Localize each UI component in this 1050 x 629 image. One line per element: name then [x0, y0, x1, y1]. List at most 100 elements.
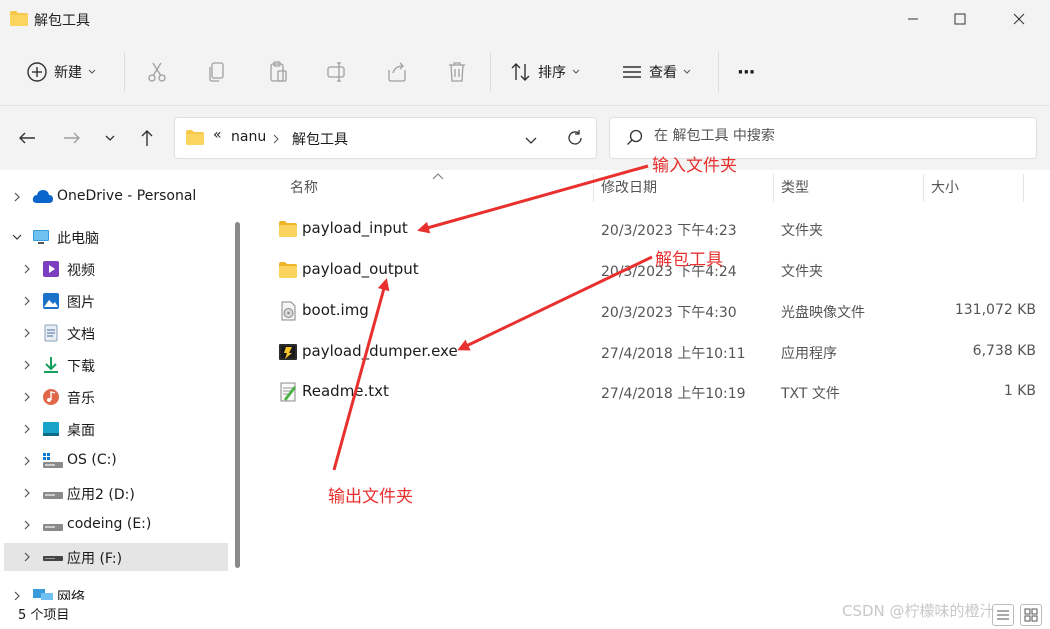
- column-header-name[interactable]: 名称: [290, 170, 318, 204]
- sidebar-item-this-pc[interactable]: 此电脑: [0, 223, 228, 251]
- chevron-right-icon: [24, 552, 30, 562]
- file-name: boot.img: [302, 301, 369, 319]
- file-list: 名称 修改日期 类型 大小 payload_input 20/3/2023 下午…: [248, 170, 1050, 600]
- chevron-down-icon: [105, 135, 115, 141]
- sidebar-item-drive-f[interactable]: 应用 (F:): [4, 543, 228, 571]
- file-date: 27/4/2018 上午10:11: [601, 346, 746, 362]
- content-scrollbar[interactable]: [1042, 500, 1047, 596]
- back-button[interactable]: [13, 124, 41, 152]
- paste-icon[interactable]: [266, 60, 290, 84]
- chevron-right-icon: [24, 520, 30, 530]
- toolbar-divider: [490, 52, 491, 92]
- column-header-date[interactable]: 修改日期: [601, 170, 657, 204]
- sidebar-scrollbar[interactable]: [235, 222, 240, 568]
- recent-locations-button[interactable]: [96, 124, 124, 152]
- column-divider[interactable]: [923, 174, 924, 202]
- column-divider[interactable]: [1023, 174, 1024, 202]
- sort-button[interactable]: 排序: [510, 56, 580, 88]
- table-row[interactable]: payload_input 20/3/2023 下午4:23 文件夹: [272, 210, 1042, 248]
- file-type: 文件夹: [781, 264, 823, 280]
- sidebar-item-network[interactable]: 网络: [0, 582, 228, 600]
- breadcrumb-overflow[interactable]: «: [213, 127, 222, 143]
- picture-icon: [43, 293, 59, 309]
- search-icon: [626, 129, 644, 151]
- sidebar-item-label: 应用2 (D:): [67, 487, 135, 503]
- more-options-button[interactable]: ···: [737, 56, 755, 88]
- file-size: 6,738 KB: [972, 343, 1036, 359]
- disc-image-icon: [281, 301, 296, 321]
- chevron-right-icon: [24, 456, 30, 466]
- breadcrumb-item-nanu[interactable]: nanu: [231, 129, 266, 145]
- cloud-icon: [32, 190, 53, 203]
- sidebar-item-downloads[interactable]: 下载: [0, 351, 228, 379]
- file-type: TXT 文件: [781, 386, 840, 402]
- address-bar: « nanu 解包工具: [0, 106, 1050, 170]
- item-count: 5 个项目: [18, 608, 70, 623]
- tiles-view-button[interactable]: [1020, 604, 1042, 626]
- sidebar-item-music[interactable]: 音乐: [0, 383, 228, 411]
- maximize-icon: [954, 13, 966, 25]
- arrow-left-icon: [19, 132, 35, 144]
- file-type: 光盘映像文件: [781, 305, 865, 321]
- sidebar-item-label: 桌面: [67, 423, 95, 439]
- column-divider[interactable]: [773, 174, 774, 202]
- breadcrumb-item-current[interactable]: 解包工具: [292, 129, 348, 149]
- plus-circle-icon: [27, 62, 47, 82]
- chevron-right-icon: [24, 264, 30, 274]
- table-row[interactable]: boot.img 20/3/2023 下午4:30 光盘映像文件 131,072…: [272, 292, 1042, 330]
- cut-icon[interactable]: [145, 60, 169, 84]
- file-size: 1 KB: [1003, 383, 1036, 399]
- sidebar-item-drive-c[interactable]: OS (C:): [0, 447, 228, 475]
- details-view-button[interactable]: [992, 604, 1014, 626]
- folder-icon: [279, 262, 297, 278]
- delete-icon[interactable]: [445, 60, 469, 84]
- address-field[interactable]: « nanu 解包工具: [174, 117, 597, 159]
- search-input[interactable]: [654, 128, 1014, 144]
- new-button[interactable]: 新建: [26, 56, 96, 88]
- chevron-right-icon: [24, 392, 30, 402]
- column-divider[interactable]: [593, 174, 594, 202]
- minimize-button[interactable]: [890, 0, 936, 38]
- rename-icon[interactable]: [325, 60, 349, 84]
- sidebar-item-label: 文档: [67, 327, 95, 343]
- drive-c-icon: [43, 453, 63, 468]
- sidebar-item-drive-e[interactable]: codeing (E:): [0, 511, 228, 539]
- file-size: 131,072 KB: [954, 302, 1036, 318]
- maximize-button[interactable]: [937, 0, 983, 38]
- toolbar-divider: [718, 52, 719, 92]
- address-history-button[interactable]: [525, 133, 537, 149]
- sidebar-item-drive-d[interactable]: 应用2 (D:): [0, 479, 228, 507]
- close-button[interactable]: [996, 0, 1042, 38]
- sidebar-item-desktop[interactable]: 桌面: [0, 415, 228, 443]
- sidebar-item-label: 应用 (F:): [67, 551, 123, 567]
- copy-icon[interactable]: [205, 60, 229, 84]
- sidebar-item-label: 网络: [57, 590, 85, 600]
- folder-icon: [186, 130, 204, 149]
- annotation-output-folder: 输出文件夹: [328, 487, 413, 507]
- computer-icon: [33, 230, 49, 244]
- window-title: 解包工具: [34, 13, 90, 29]
- annotation-input-folder: 输入文件夹: [652, 156, 737, 176]
- sidebar-item-label: 此电脑: [57, 231, 99, 247]
- table-row[interactable]: Readme.txt 27/4/2018 上午10:19 TXT 文件 1 KB: [272, 373, 1042, 411]
- up-button[interactable]: [133, 124, 161, 152]
- view-button[interactable]: 查看: [621, 56, 691, 88]
- share-icon[interactable]: [385, 60, 409, 84]
- refresh-button[interactable]: [566, 129, 584, 151]
- chevron-right-icon: [14, 192, 20, 202]
- sidebar-item-documents[interactable]: 文档: [0, 319, 228, 347]
- column-header-size[interactable]: 大小: [931, 170, 959, 204]
- table-row[interactable]: payload_dumper.exe 27/4/2018 上午10:11 应用程…: [272, 333, 1042, 371]
- sidebar-item-pictures[interactable]: 图片: [0, 287, 228, 315]
- sidebar-item-label: 图片: [67, 295, 95, 311]
- chevron-right-icon: [24, 296, 30, 306]
- forward-button[interactable]: [58, 124, 86, 152]
- sidebar-item-onedrive[interactable]: OneDrive - Personal: [0, 183, 228, 211]
- file-date: 20/3/2023 下午4:30: [601, 305, 737, 321]
- navigation-pane: OneDrive - Personal 此电脑 视频 图片 文档 下载 音乐 桌…: [0, 170, 248, 600]
- chevron-right-icon: [24, 424, 30, 434]
- file-name: payload_input: [302, 219, 408, 237]
- chevron-right-icon: [24, 488, 30, 498]
- column-header-type[interactable]: 类型: [781, 170, 809, 204]
- sidebar-item-videos[interactable]: 视频: [0, 255, 228, 283]
